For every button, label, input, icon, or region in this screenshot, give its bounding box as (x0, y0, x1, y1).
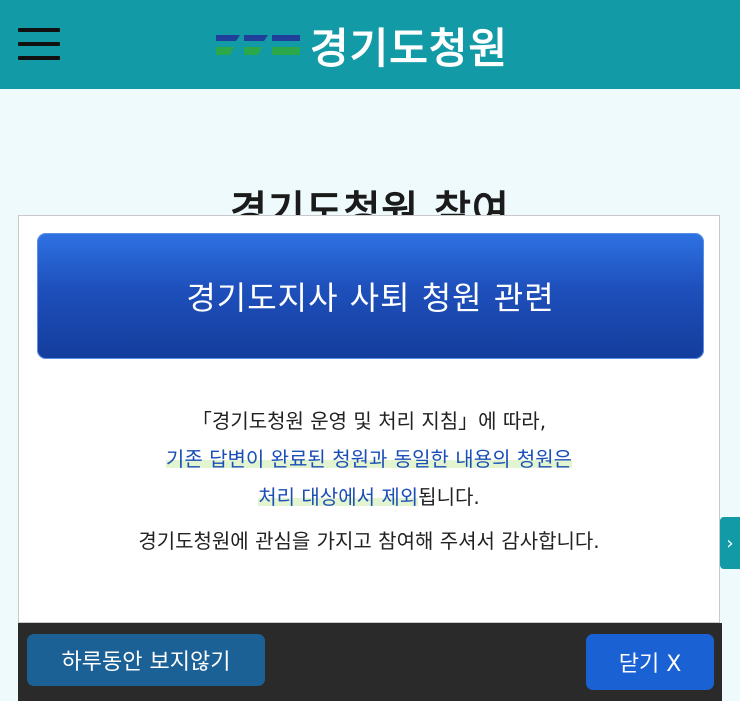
notice-text: 「경기도청원 운영 및 처리 지침」에 따라, 기존 답변이 완료된 청원과 동… (19, 402, 719, 560)
notice-line-3-highlight: 처리 대상에서 제외 (258, 485, 419, 509)
side-tab[interactable]: › (720, 517, 740, 569)
notice-popup: 경기도지사 사퇴 청원 관련 「경기도청원 운영 및 처리 지침」에 따라, 기… (18, 215, 720, 623)
popup-footer: 하루동안 보지않기 닫기 X (18, 623, 722, 701)
top-header: 경기도청원 (0, 0, 740, 89)
close-button[interactable]: 닫기 X (586, 634, 714, 690)
popup-banner: 경기도지사 사퇴 청원 관련 (37, 233, 704, 359)
notice-line-4: 경기도청원에 관심을 가지고 참여해 주셔서 감사합니다. (138, 529, 600, 553)
chevron-right-icon: › (726, 532, 734, 554)
notice-line-3-rest: 됩니다. (418, 485, 480, 509)
notice-line-2: 기존 답변이 완료된 청원과 동일한 내용의 청원은 (165, 447, 573, 471)
logo-text: 경기도청원 (310, 23, 509, 73)
site-logo[interactable]: 경기도청원 (214, 18, 508, 73)
hide-today-button[interactable]: 하루동안 보지않기 (27, 634, 265, 686)
notice-line-1: 「경기도청원 운영 및 처리 지침」에 따라, (191, 409, 547, 433)
logo-mark-icon (216, 35, 300, 55)
banner-title: 경기도지사 사퇴 청원 관련 (186, 279, 555, 317)
hamburger-menu-icon[interactable] (18, 26, 60, 62)
